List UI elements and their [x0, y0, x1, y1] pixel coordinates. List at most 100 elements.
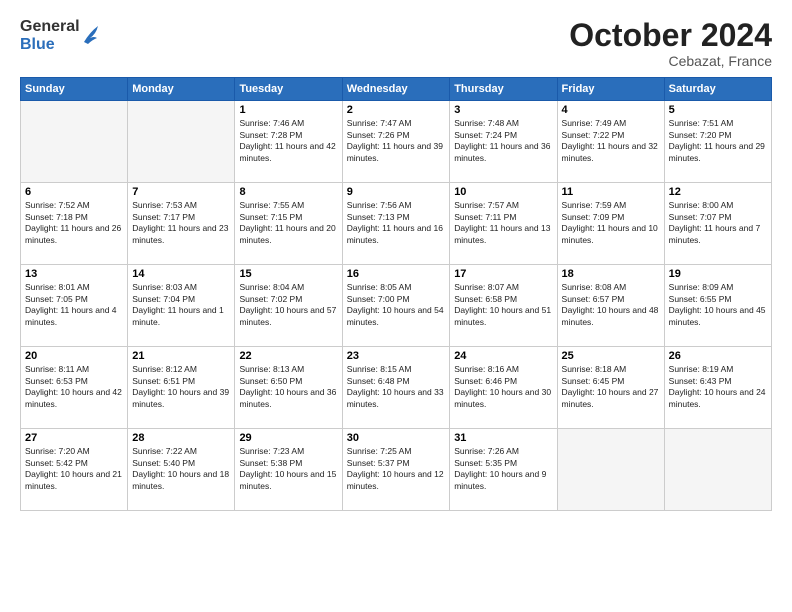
calendar-cell: 31Sunrise: 7:26 AMSunset: 5:35 PMDayligh… [450, 429, 557, 511]
day-number: 18 [562, 268, 660, 280]
calendar-cell: 24 Sunrise: 8:16 AMSunset: 6:46 PMDayligh… [450, 347, 557, 429]
day-info: Sunrise: 7:55 AMSunset: 7:15 PMDaylight:… [239, 200, 337, 246]
calendar-cell: 26Sunrise: 8:19 AMSunset: 6:43 PMDayligh… [664, 347, 771, 429]
calendar-cell: 13Sunrise: 8:01 AMSunset: 7:05 PMDayligh… [21, 265, 128, 347]
header-row: Sunday Monday Tuesday Wednesday Thursday… [21, 78, 772, 101]
day-number: 21 [132, 350, 230, 362]
calendar-header: Sunday Monday Tuesday Wednesday Thursday… [21, 78, 772, 101]
calendar-cell: 21Sunrise: 8:12 AMSunset: 6:51 PMDayligh… [128, 347, 235, 429]
day-info: Sunrise: 8:00 AMSunset: 7:07 PMDaylight:… [669, 200, 767, 246]
day-number: 10 [454, 186, 552, 198]
day-info: Sunrise: 7:48 AMSunset: 7:24 PMDaylight:… [454, 118, 552, 164]
col-monday: Monday [128, 78, 235, 101]
day-number: 15 [239, 268, 337, 280]
day-number: 7 [132, 186, 230, 198]
day-info: Sunrise: 7:22 AMSunset: 5:40 PMDaylight:… [132, 446, 230, 492]
calendar-table: Sunday Monday Tuesday Wednesday Thursday… [20, 77, 772, 511]
day-number: 19 [669, 268, 767, 280]
day-number: 16 [347, 268, 445, 280]
day-info: Sunrise: 7:52 AMSunset: 7:18 PMDaylight:… [25, 200, 123, 246]
day-info: Sunrise: 8:04 AMSunset: 7:02 PMDaylight:… [239, 282, 337, 328]
day-number: 26 [669, 350, 767, 362]
day-number: 12 [669, 186, 767, 198]
day-number: 13 [25, 268, 123, 280]
logo-blue: Blue [20, 36, 80, 54]
logo-bird-icon [82, 24, 100, 46]
calendar-cell: 6 Sunrise: 7:52 AMSunset: 7:18 PMDaylight… [21, 183, 128, 265]
calendar-cell: 22Sunrise: 8:13 AMSunset: 6:50 PMDayligh… [235, 347, 342, 429]
calendar-cell: 9Sunrise: 7:56 AMSunset: 7:13 PMDaylight… [342, 183, 449, 265]
day-number: 29 [239, 432, 337, 444]
day-info: Sunrise: 7:57 AMSunset: 7:11 PMDaylight:… [454, 200, 552, 246]
calendar-week-row: 6 Sunrise: 7:52 AMSunset: 7:18 PMDaylight… [21, 183, 772, 265]
day-info: Sunrise: 8:11 AMSunset: 6:53 PMDaylight:… [25, 364, 123, 410]
logo-general: General [20, 18, 80, 36]
day-number: 20 [25, 350, 123, 362]
day-info: Sunrise: 8:05 AMSunset: 7:00 PMDaylight:… [347, 282, 445, 328]
page: General Blue October 2024 Cebazat, Franc… [0, 0, 792, 612]
calendar-cell: 2Sunrise: 7:47 AMSunset: 7:26 PMDaylight… [342, 101, 449, 183]
calendar-cell: 7 Sunrise: 7:53 AMSunset: 7:17 PMDaylight… [128, 183, 235, 265]
calendar-cell: 19 Sunrise: 8:09 AMSunset: 6:55 PMDayligh… [664, 265, 771, 347]
day-info: Sunrise: 7:25 AMSunset: 5:37 PMDaylight:… [347, 446, 445, 492]
day-number: 24 [454, 350, 552, 362]
day-info: Sunrise: 8:09 AMSunset: 6:55 PMDaylight:… [669, 282, 767, 328]
day-number: 17 [454, 268, 552, 280]
col-sunday: Sunday [21, 78, 128, 101]
day-info: Sunrise: 7:23 AMSunset: 5:38 PMDaylight:… [239, 446, 337, 492]
day-number: 14 [132, 268, 230, 280]
calendar-cell: 18Sunrise: 8:08 AMSunset: 6:57 PMDayligh… [557, 265, 664, 347]
calendar-cell: 28 Sunrise: 7:22 AMSunset: 5:40 PMDayligh… [128, 429, 235, 511]
day-number: 11 [562, 186, 660, 198]
col-saturday: Saturday [664, 78, 771, 101]
calendar-cell: 10 Sunrise: 7:57 AMSunset: 7:11 PMDayligh… [450, 183, 557, 265]
day-info: Sunrise: 7:46 AMSunset: 7:28 PMDaylight:… [239, 118, 337, 164]
col-tuesday: Tuesday [235, 78, 342, 101]
day-number: 22 [239, 350, 337, 362]
title-block: October 2024 Cebazat, France [569, 18, 772, 69]
day-number: 30 [347, 432, 445, 444]
day-number: 8 [239, 186, 337, 198]
calendar-week-row: 20 Sunrise: 8:11 AMSunset: 6:53 PMDayligh… [21, 347, 772, 429]
calendar-cell: 23 Sunrise: 8:15 AMSunset: 6:48 PMDayligh… [342, 347, 449, 429]
calendar-body: 1 Sunrise: 7:46 AMSunset: 7:28 PMDaylight… [21, 101, 772, 511]
calendar-cell: 12 Sunrise: 8:00 AMSunset: 7:07 PMDayligh… [664, 183, 771, 265]
calendar-cell [128, 101, 235, 183]
day-info: Sunrise: 8:03 AMSunset: 7:04 PMDaylight:… [132, 282, 230, 328]
day-info: Sunrise: 8:18 AMSunset: 6:45 PMDaylight:… [562, 364, 660, 410]
calendar-cell [664, 429, 771, 511]
day-number: 28 [132, 432, 230, 444]
calendar-week-row: 1 Sunrise: 7:46 AMSunset: 7:28 PMDaylight… [21, 101, 772, 183]
calendar-week-row: 13Sunrise: 8:01 AMSunset: 7:05 PMDayligh… [21, 265, 772, 347]
calendar-cell: 29 Sunrise: 7:23 AMSunset: 5:38 PMDayligh… [235, 429, 342, 511]
col-friday: Friday [557, 78, 664, 101]
logo-text: General Blue [20, 18, 80, 53]
day-info: Sunrise: 7:47 AMSunset: 7:26 PMDaylight:… [347, 118, 445, 164]
day-info: Sunrise: 8:16 AMSunset: 6:46 PMDaylight:… [454, 364, 552, 410]
calendar-cell: 3 Sunrise: 7:48 AMSunset: 7:24 PMDaylight… [450, 101, 557, 183]
calendar-cell: 4Sunrise: 7:49 AMSunset: 7:22 PMDaylight… [557, 101, 664, 183]
calendar-week-row: 27Sunrise: 7:20 AMSunset: 5:42 PMDayligh… [21, 429, 772, 511]
header: General Blue October 2024 Cebazat, Franc… [20, 18, 772, 69]
day-info: Sunrise: 7:59 AMSunset: 7:09 PMDaylight:… [562, 200, 660, 246]
day-info: Sunrise: 8:15 AMSunset: 6:48 PMDaylight:… [347, 364, 445, 410]
day-info: Sunrise: 7:53 AMSunset: 7:17 PMDaylight:… [132, 200, 230, 246]
calendar-cell: 27Sunrise: 7:20 AMSunset: 5:42 PMDayligh… [21, 429, 128, 511]
calendar-cell: 17 Sunrise: 8:07 AMSunset: 6:58 PMDayligh… [450, 265, 557, 347]
day-number: 3 [454, 104, 552, 116]
day-number: 6 [25, 186, 123, 198]
day-number: 23 [347, 350, 445, 362]
calendar-cell: 25 Sunrise: 8:18 AMSunset: 6:45 PMDayligh… [557, 347, 664, 429]
calendar-cell [21, 101, 128, 183]
calendar-cell: 8 Sunrise: 7:55 AMSunset: 7:15 PMDaylight… [235, 183, 342, 265]
day-number: 1 [239, 104, 337, 116]
day-info: Sunrise: 7:51 AMSunset: 7:20 PMDaylight:… [669, 118, 767, 164]
calendar-cell: 30 Sunrise: 7:25 AMSunset: 5:37 PMDayligh… [342, 429, 449, 511]
calendar-cell: 5 Sunrise: 7:51 AMSunset: 7:20 PMDaylight… [664, 101, 771, 183]
day-number: 25 [562, 350, 660, 362]
calendar-cell: 15 Sunrise: 8:04 AMSunset: 7:02 PMDayligh… [235, 265, 342, 347]
day-info: Sunrise: 7:56 AMSunset: 7:13 PMDaylight:… [347, 200, 445, 246]
day-info: Sunrise: 8:07 AMSunset: 6:58 PMDaylight:… [454, 282, 552, 328]
day-info: Sunrise: 7:26 AMSunset: 5:35 PMDaylight:… [454, 446, 552, 492]
day-number: 5 [669, 104, 767, 116]
